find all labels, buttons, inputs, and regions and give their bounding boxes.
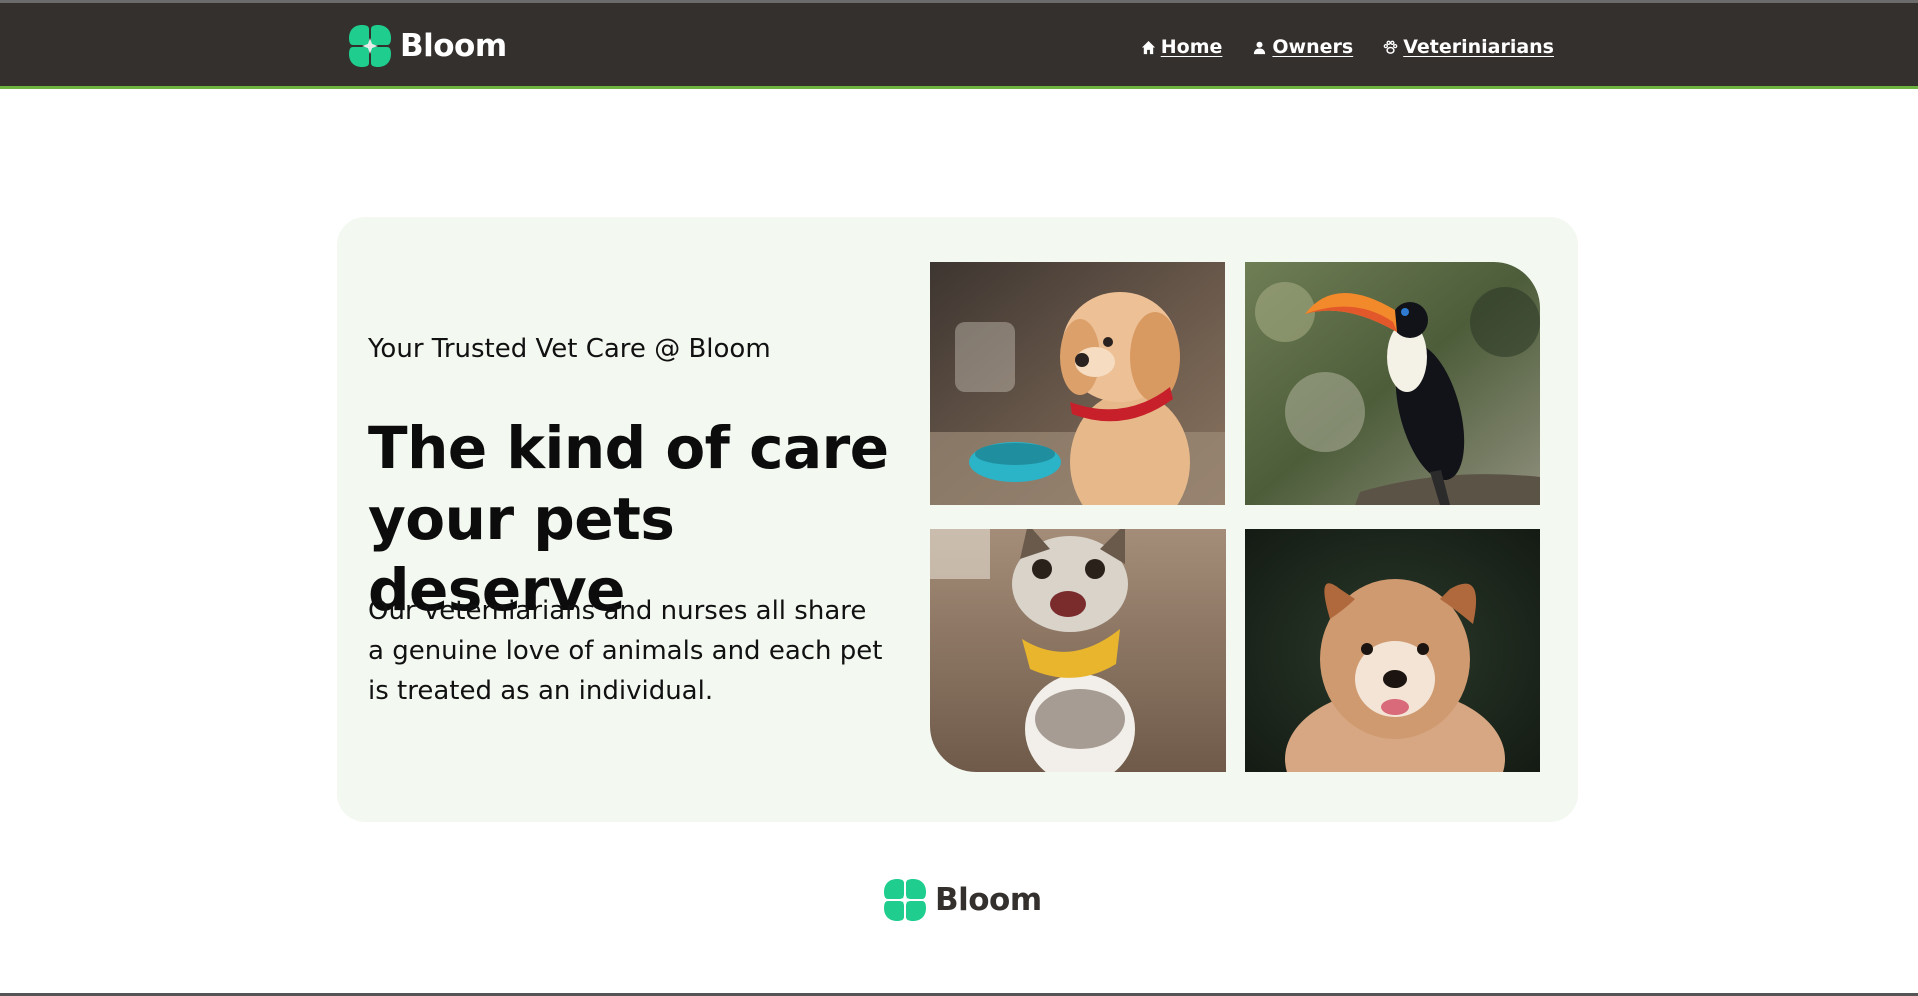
brand-logo-link[interactable]: Bloom — [349, 25, 507, 67]
home-icon — [1141, 40, 1155, 54]
hero-description: Our veterniarians and nurses all share a… — [368, 596, 883, 706]
nav-veterinarians-link[interactable]: Veteriniarians — [1383, 36, 1554, 58]
footer-brand-name: Bloom — [935, 882, 1042, 918]
nav-owners-link[interactable]: Owners — [1252, 36, 1353, 58]
hero-card: Your Trusted Vet Care @ Bloom The kind o… — [337, 217, 1578, 822]
footer-brand: Bloom — [884, 879, 1042, 921]
bloom-logo-icon — [349, 25, 391, 67]
nav-home-label: Home — [1160, 36, 1223, 58]
nav-owners-label: Owners — [1272, 36, 1354, 58]
toucan-photo — [1245, 262, 1540, 505]
main-nav: Home Owners Veteriniarians — [1141, 36, 1554, 58]
dog-photo — [1245, 529, 1540, 772]
nav-veterinarians-label: Veteriniarians — [1403, 36, 1554, 58]
hero-headline-line1: The kind of care — [368, 414, 889, 482]
cat-photo — [930, 529, 1226, 772]
navbar: Bloom Home Owners Veteriniarians — [0, 3, 1918, 89]
puppy-photo — [930, 262, 1225, 505]
brand-name: Bloom — [400, 28, 507, 64]
paw-icon — [1383, 40, 1398, 54]
person-icon — [1254, 41, 1266, 54]
bloom-logo-icon — [884, 879, 926, 921]
nav-home-link[interactable]: Home — [1141, 36, 1223, 58]
hero-eyebrow: Your Trusted Vet Care @ Bloom — [368, 334, 771, 364]
